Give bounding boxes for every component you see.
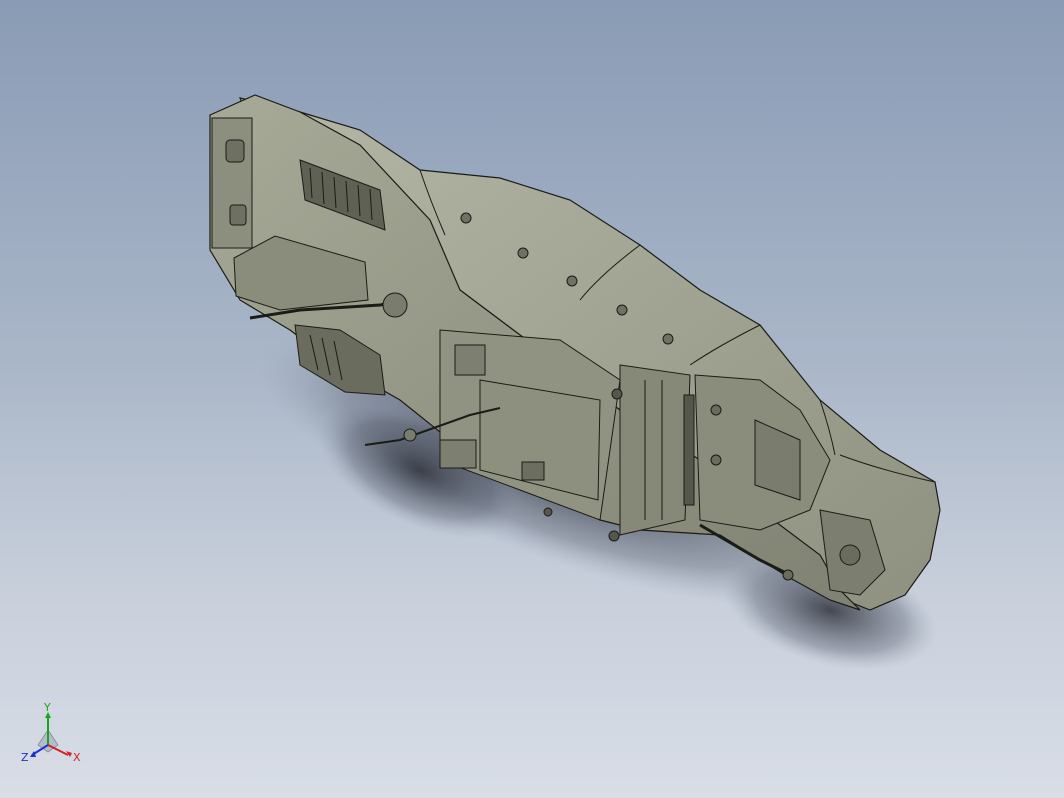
triad-x-label: X — [73, 751, 81, 764]
orientation-triad[interactable]: Y X Z — [18, 700, 88, 770]
vehicle-3d-model[interactable] — [0, 0, 1064, 798]
triad-y-label: Y — [43, 701, 51, 714]
triad-z-label: Z — [21, 751, 29, 764]
cad-3d-viewport[interactable]: Y X Z — [0, 0, 1064, 798]
